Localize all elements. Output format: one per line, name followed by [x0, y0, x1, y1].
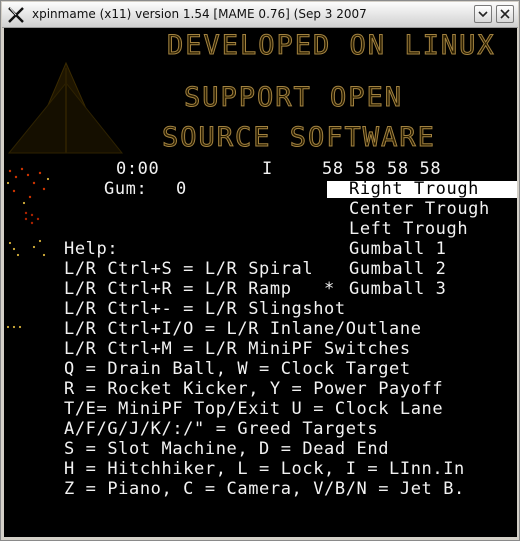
menu-item-gumball-1[interactable]: Gumball 1: [349, 239, 447, 259]
menu-item-gumball-3[interactable]: Gumball 3: [349, 279, 447, 299]
close-icon: [500, 9, 510, 19]
close-button[interactable]: [496, 5, 514, 23]
dmd-line-2: SUPPORT OPEN: [183, 82, 404, 114]
gum-value: 0: [176, 179, 187, 199]
minimize-icon: [478, 11, 488, 18]
menu-item-left-trough[interactable]: Left Trough: [349, 219, 468, 239]
help-line: L/R Ctrl+S = L/R Spiral: [64, 259, 314, 279]
menu-item-right-trough[interactable]: Right Trough: [349, 179, 479, 199]
help-line: Q = Drain Ball, W = Clock Target: [64, 359, 411, 379]
window-title: xpinmame (x11) version 1.54 [MAME 0.76] …: [32, 7, 367, 21]
minimize-button[interactable]: [474, 5, 492, 23]
menu-item-center-trough[interactable]: Center Trough: [349, 199, 490, 219]
help-line: S = Slot Machine, D = Dead End: [64, 439, 390, 459]
app-window: xpinmame (x11) version 1.54 [MAME 0.76] …: [0, 0, 520, 541]
help-line: L/R Ctrl+I/O = L/R Inlane/Outlane: [64, 319, 422, 339]
dot-matrix-display: DEVELOPED ON LINUX SUPPORT OPEN SOURCE S…: [4, 28, 517, 158]
star-marker: *: [324, 279, 335, 299]
help-line: L/R Ctrl+- = L/R Slingshot: [64, 299, 346, 319]
help-line: L/R Ctrl+R = L/R Ramp: [64, 279, 292, 299]
score-values: 58 58 58 58: [322, 159, 442, 179]
help-line: Z = Piano, C = Camera, V/B/N = Jet B.: [64, 479, 465, 499]
title-bar[interactable]: xpinmame (x11) version 1.54 [MAME 0.76] …: [2, 2, 518, 28]
help-line: R = Rocket Kicker, Y = Power Payoff: [64, 379, 444, 399]
help-line: L/R Ctrl+M = L/R MiniPF Switches: [64, 339, 411, 359]
help-title: Help:: [64, 239, 119, 259]
status-marker: I: [262, 159, 273, 179]
help-line: T/E= MiniPF Top/Exit U = Clock Lane: [64, 399, 444, 419]
game-timer: 0:00: [116, 159, 160, 179]
x-logo-icon[interactable]: [7, 6, 25, 24]
menu-item-gumball-2[interactable]: Gumball 2: [349, 259, 447, 279]
lamp-indicators: [6, 167, 50, 329]
dmd-line-3: SOURCE SOFTWARE: [162, 122, 436, 154]
dmd-line-1: DEVELOPED ON LINUX: [167, 30, 496, 62]
help-line: H = Hitchhiker, L = Lock, I = LInn.In: [64, 459, 465, 479]
gum-label: Gum:: [104, 179, 148, 199]
game-screen[interactable]: DEVELOPED ON LINUX SUPPORT OPEN SOURCE S…: [4, 28, 517, 537]
help-line: A/F/G/J/K/:/" = Greed Targets: [64, 419, 379, 439]
